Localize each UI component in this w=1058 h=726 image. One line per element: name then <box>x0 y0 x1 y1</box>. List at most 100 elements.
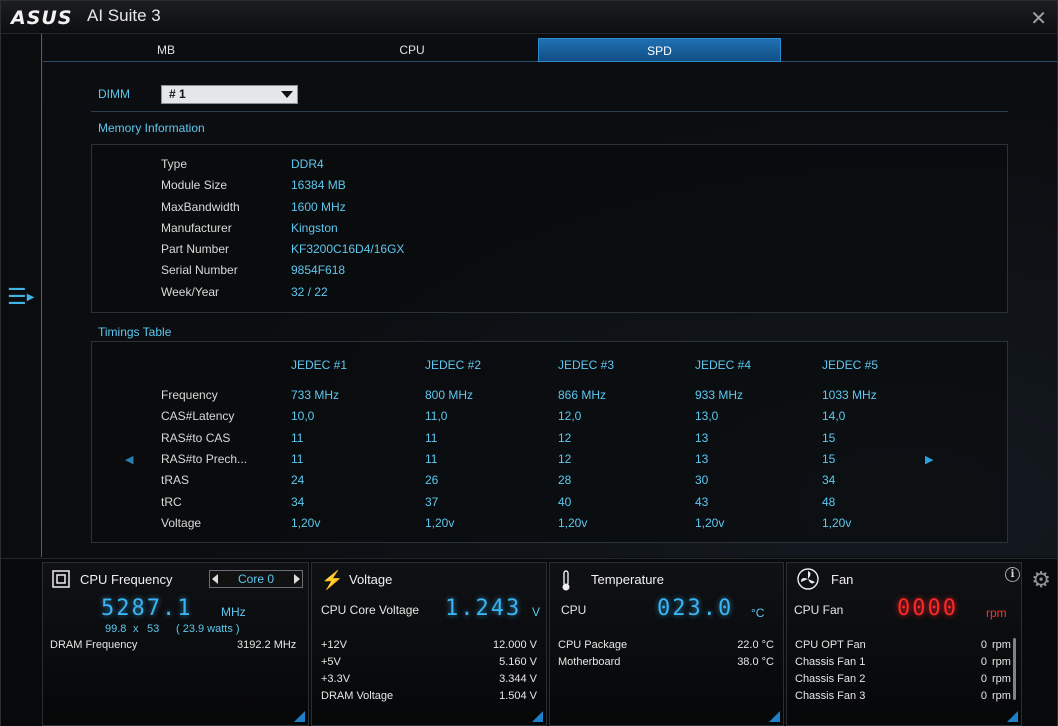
mem-type-value: DDR4 <box>291 157 324 171</box>
mem-serial-label: Serial Number <box>161 263 238 277</box>
gear-icon[interactable]: ⚙ <box>1031 567 1051 593</box>
thermometer-icon <box>559 570 579 591</box>
timings-cell: 34 <box>822 473 836 487</box>
fan-row-label: Chassis Fan 3 <box>795 690 866 702</box>
voltage-title: Voltage <box>349 572 393 587</box>
dimm-dropdown[interactable]: # 1 <box>161 85 298 104</box>
cpu-fan-unit: rpm <box>986 606 1007 620</box>
fan-row-label: Chassis Fan 2 <box>795 673 866 685</box>
timings-cell: 43 <box>695 495 709 509</box>
timings-col-header: JEDEC #3 <box>558 358 615 372</box>
timings-cell: 11 <box>425 431 438 445</box>
expand-corner-icon[interactable] <box>532 711 543 722</box>
asus-logo: ASUS <box>11 7 73 29</box>
fan-row-value: 0 <box>980 656 987 668</box>
tab-cpu[interactable]: CPU <box>292 38 532 62</box>
timings-cell: 12 <box>558 452 572 466</box>
temp-row-label: Motherboard <box>558 656 621 668</box>
mem-size-value: 16384 MB <box>291 178 346 192</box>
tab-spd[interactable]: SPD <box>538 38 781 62</box>
voltage-panel[interactable]: ⚡ Voltage CPU Core Voltage 1.243 V +12V … <box>311 562 547 726</box>
timings-row-label: Frequency <box>161 388 218 402</box>
timings-cell: 12,0 <box>558 409 582 423</box>
menu-toggle-icon[interactable]: ☰▶ <box>7 286 37 308</box>
voltage-row-label: +5V <box>321 656 341 668</box>
multiplier-x: x <box>133 623 139 635</box>
timings-cell: 14,0 <box>822 409 846 423</box>
fan-list-scrollbar[interactable] <box>1013 638 1016 700</box>
timings-cell: 12 <box>558 431 572 445</box>
timings-row-label: CAS#Latency <box>161 409 235 423</box>
title-bar: ASUS AI Suite 3 ✕ <box>1 1 1057 34</box>
expand-corner-icon[interactable] <box>769 711 780 722</box>
memory-info-box: Type DDR4 Module Size 16384 MB MaxBandwi… <box>91 144 1008 313</box>
temp-row-label: CPU Package <box>558 639 628 651</box>
timings-cell: 15 <box>822 452 836 466</box>
timings-cell: 866 MHz <box>558 388 607 402</box>
timings-cell: 40 <box>558 495 572 509</box>
cpu-core-voltage-readout: 1.243 <box>445 596 522 621</box>
app-title: AI Suite 3 <box>87 6 161 25</box>
timings-next-icon[interactable]: ▶ <box>925 453 933 466</box>
timings-row-label: RAS#to Prech... <box>161 452 248 466</box>
chevron-left-icon[interactable] <box>212 574 218 584</box>
info-icon[interactable]: i <box>1005 567 1020 582</box>
cpu-core-voltage-unit: V <box>532 605 541 619</box>
fan-row-value: 0 <box>980 639 987 651</box>
cpu-frequency-panel[interactable]: CPU Frequency Core 0 5287.1 MHz 99.8 x 5… <box>42 562 309 726</box>
timings-prev-icon[interactable]: ◀ <box>125 453 133 466</box>
dimm-selected-value: # 1 <box>169 87 186 101</box>
timings-cell: 800 MHz <box>425 388 474 402</box>
tab-bar: MB CPU SPD <box>43 36 1057 62</box>
cpu-frequency-title: CPU Frequency <box>80 572 173 587</box>
cpu-chip-icon <box>52 570 72 590</box>
timings-cell: 13 <box>695 452 709 466</box>
timings-row-label: tRC <box>161 495 182 509</box>
memory-info-title: Memory Information <box>98 121 205 135</box>
core-selector[interactable]: Core 0 <box>209 570 303 588</box>
main-content: MB CPU SPD DIMM # 1 Memory Information T… <box>43 34 1057 557</box>
close-icon[interactable]: ✕ <box>1030 6 1047 31</box>
timings-cell: 13 <box>695 431 709 445</box>
voltage-row-value: 3.344 V <box>499 673 537 685</box>
timings-cell: 30 <box>695 473 709 487</box>
timings-cell: 28 <box>558 473 572 487</box>
expand-corner-icon[interactable] <box>1007 711 1018 722</box>
dram-frequency-label: DRAM Frequency <box>50 639 138 651</box>
mem-manufacturer-value: Kingston <box>291 221 338 235</box>
cpu-fan-label: CPU Fan <box>794 603 844 617</box>
timings-cell: 24 <box>291 473 305 487</box>
cpu-core-voltage-label: CPU Core Voltage <box>321 603 420 617</box>
fan-row-unit: rpm <box>992 656 1011 668</box>
timings-col-header: JEDEC #2 <box>425 358 482 372</box>
mem-part-label: Part Number <box>161 242 230 256</box>
voltage-row-label: +3.3V <box>321 673 351 685</box>
chevron-right-icon[interactable] <box>294 574 300 584</box>
timings-cell: 1,20v <box>822 516 852 530</box>
mem-part-value: KF3200C16D4/16GX <box>291 242 405 256</box>
expand-corner-icon[interactable] <box>294 711 305 722</box>
voltage-row-value: 12.000 V <box>492 639 537 651</box>
timings-cell: 1,20v <box>558 516 588 530</box>
timings-cell: 1033 MHz <box>822 388 877 402</box>
timings-cell: 1,20v <box>291 516 321 530</box>
timings-col-header: JEDEC #4 <box>695 358 752 372</box>
mem-weekyear-label: Week/Year <box>161 285 220 299</box>
timings-row-label: RAS#to CAS <box>161 431 231 445</box>
timings-cell: 48 <box>822 495 836 509</box>
timings-col-header: JEDEC #1 <box>291 358 348 372</box>
temperature-panel[interactable]: Temperature CPU 023.0 °C CPU Package 22.… <box>549 562 784 726</box>
dimm-label: DIMM <box>98 87 130 101</box>
fan-row-label: Chassis Fan 1 <box>795 656 866 668</box>
timings-cell: 11,0 <box>425 409 448 423</box>
fan-panel[interactable]: Fan i CPU Fan 0000 rpm CPU OPT Fan 0 rpm… <box>786 562 1022 726</box>
timings-cell: 26 <box>425 473 439 487</box>
divider <box>91 111 1008 112</box>
mem-manufacturer-label: Manufacturer <box>161 221 232 235</box>
lightning-icon: ⚡ <box>321 570 344 590</box>
timings-cell: 1,20v <box>695 516 725 530</box>
tab-mb[interactable]: MB <box>46 38 286 62</box>
core-selector-value: Core 0 <box>237 572 275 586</box>
timings-cell: 1,20v <box>425 516 455 530</box>
chevron-down-icon <box>281 91 293 98</box>
